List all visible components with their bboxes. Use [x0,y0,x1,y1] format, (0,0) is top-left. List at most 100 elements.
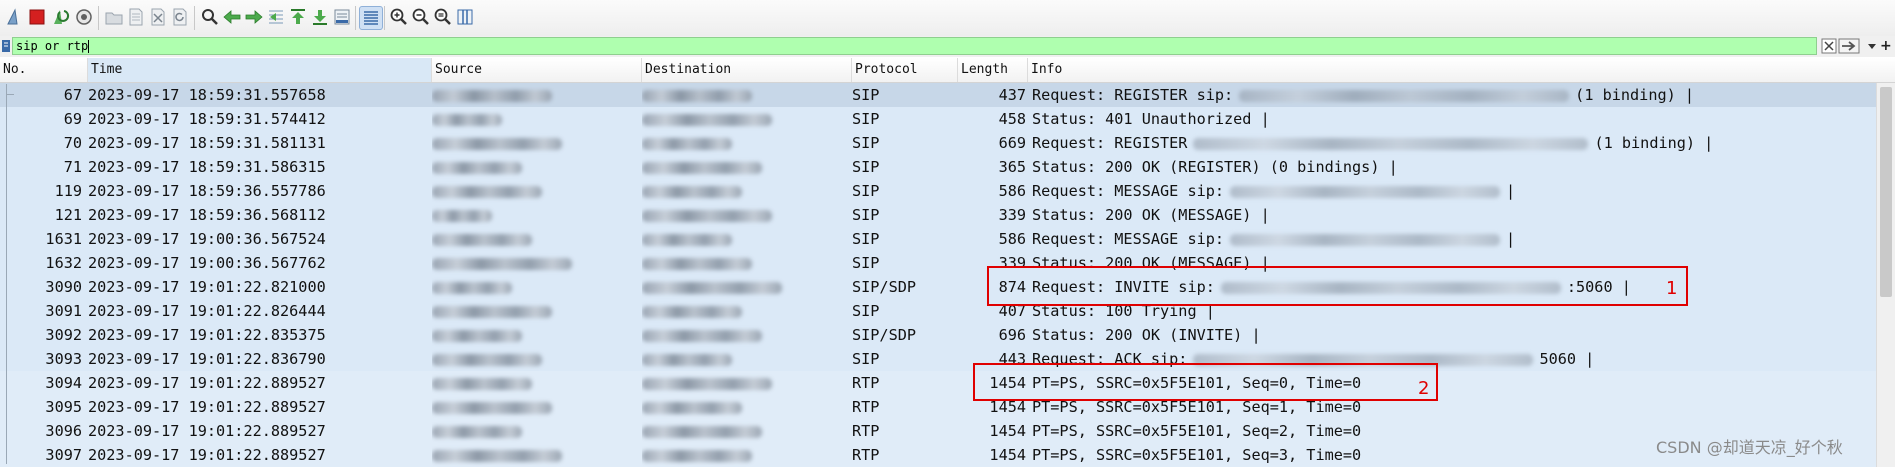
packet-info-text: PT=PS, SSRC=0x5F5E101, Seq=3, Time=0 [1032,446,1362,464]
clear-filter-icon[interactable] [1821,38,1837,54]
redacted-source-address [432,425,522,438]
packet-info-text: Status: 200 OK (INVITE) | [1032,326,1261,344]
packet-number: 3095 [45,398,82,416]
filter-history-dropdown-icon[interactable] [1864,38,1880,54]
packet-time: 2023-09-17 18:59:31.586315 [88,158,326,176]
packet-source-redacted [432,395,632,419]
packet-row[interactable]: 3092 2023-09-17 19:01:22.835375 SIP/SDP 696… [0,323,1876,347]
packet-number: 1631 [45,230,82,248]
filter-bookmark-icon[interactable] [1,39,11,53]
find-packet-icon[interactable] [199,6,221,28]
packet-length: 1454 [989,446,1026,464]
packet-length: 339 [998,206,1026,224]
redacted-destination-address [642,449,752,462]
restart-capture-icon[interactable] [49,6,71,28]
resize-columns-icon[interactable] [454,6,476,28]
packet-info-text: Request: MESSAGE sip: [1032,230,1225,248]
packet-length: 669 [998,134,1026,152]
redacted-source-address [432,401,552,414]
packet-destination-redacted [642,179,842,203]
save-file-icon[interactable] [125,6,147,28]
go-back-icon[interactable] [221,6,243,28]
redacted-source-address [432,305,552,318]
shark-fin-start-icon[interactable] [4,6,26,28]
packet-number: 3096 [45,422,82,440]
packet-row[interactable]: 119 2023-09-17 18:59:36.557786 SIP 586 Reque… [0,179,1876,203]
reload-file-icon[interactable] [169,6,191,28]
zoom-in-icon[interactable] [388,6,410,28]
packet-info-suffix: | [1506,182,1516,200]
packet-time: 2023-09-17 19:01:22.826444 [88,302,326,320]
conversation-tree-tick [6,94,14,95]
packet-row[interactable]: 3095 2023-09-17 19:01:22.889527 RTP 1454 PT=… [0,395,1876,419]
column-header-time[interactable]: Time [88,58,432,82]
redacted-source-address [432,137,562,150]
packet-source-redacted [432,299,632,323]
packet-info: Status: 200 OK (REGISTER) (0 bindings) | [1032,155,1882,179]
apply-filter-icon[interactable] [1838,38,1860,54]
redacted-source-address [432,281,512,294]
packet-destination-redacted [642,323,842,347]
open-file-icon[interactable] [103,6,125,28]
go-forward-icon[interactable] [243,6,265,28]
column-header-info[interactable]: Info [1028,58,1876,82]
scrollbar-thumb[interactable] [1880,87,1892,297]
colorize-icon[interactable] [359,6,383,30]
zoom-normal-icon[interactable] [432,6,454,28]
packet-row[interactable]: 70 2023-09-17 18:59:31.581131 SIP 669 Reques… [0,131,1876,155]
packet-length: 437 [998,86,1026,104]
packet-protocol: SIP/SDP [852,278,917,296]
column-header-destination[interactable]: Destination [642,58,852,82]
packet-number: 71 [63,158,82,176]
redacted-destination-address [642,161,762,174]
auto-scroll-icon[interactable] [331,6,353,28]
column-header-source[interactable]: Source [432,58,642,82]
stop-capture-icon[interactable] [26,6,48,28]
packet-info-text: Status: 200 OK (MESSAGE) | [1032,206,1270,224]
packet-number: 3091 [45,302,82,320]
packet-row[interactable]: 3094 2023-09-17 19:01:22.889527 RTP 1454 PT=… [0,371,1876,395]
packet-number: 3092 [45,326,82,344]
go-first-icon[interactable] [287,6,309,28]
packet-row[interactable]: 69 2023-09-17 18:59:31.574412 SIP 458 Status… [0,107,1876,131]
packet-source-redacted [432,323,632,347]
redacted-destination-address [642,137,732,150]
packet-source-redacted [432,371,632,395]
redacted-destination-address [642,329,762,342]
packet-row[interactable]: 1631 2023-09-17 19:00:36.567524 SIP 586 Requ… [0,227,1876,251]
packet-number: 119 [54,182,82,200]
packet-destination-redacted [642,395,842,419]
capture-options-icon[interactable] [73,6,95,28]
column-header-no[interactable]: No. [0,58,88,82]
packet-time: 2023-09-17 19:01:22.821000 [88,278,326,296]
column-header-protocol[interactable]: Protocol [852,58,958,82]
packet-source-redacted [432,107,632,131]
redacted-destination-address [642,305,742,318]
packet-row[interactable]: 71 2023-09-17 18:59:31.586315 SIP 365 Status… [0,155,1876,179]
packet-destination-redacted [642,155,842,179]
redacted-source-address [432,449,562,462]
conversation-tree-line [6,84,7,464]
redacted-destination-address [642,113,772,126]
column-header-length[interactable]: Length [958,58,1028,82]
packet-row[interactable]: 3096 2023-09-17 19:01:22.889527 RTP 1454 PT=… [0,419,1876,443]
packet-row[interactable]: 121 2023-09-17 18:59:36.568112 SIP 339 Statu… [0,203,1876,227]
packet-list-scrollbar[interactable] [1876,83,1895,467]
display-filter-input[interactable]: sip or rtp [12,37,1817,55]
redacted-source-address [432,233,532,246]
redacted-destination-address [642,233,732,246]
zoom-out-icon[interactable] [410,6,432,28]
add-filter-button-icon[interactable]: + [1880,38,1892,54]
packet-number: 3097 [45,446,82,464]
packet-row[interactable]: 67 2023-09-17 18:59:31.557658 SIP 437 Reques… [0,83,1876,107]
packet-length: 696 [998,326,1026,344]
packet-protocol: SIP [852,134,880,152]
go-to-packet-icon[interactable] [265,6,287,28]
go-last-icon[interactable] [309,6,331,28]
packet-protocol: SIP/SDP [852,326,917,344]
packet-row[interactable]: 3093 2023-09-17 19:01:22.836790 SIP 443 Requ… [0,347,1876,371]
packet-row[interactable]: 3097 2023-09-17 19:01:22.889527 RTP 1454 PT=… [0,443,1876,467]
close-file-icon[interactable] [147,6,169,28]
packet-source-redacted [432,419,632,443]
packet-source-redacted [432,131,632,155]
